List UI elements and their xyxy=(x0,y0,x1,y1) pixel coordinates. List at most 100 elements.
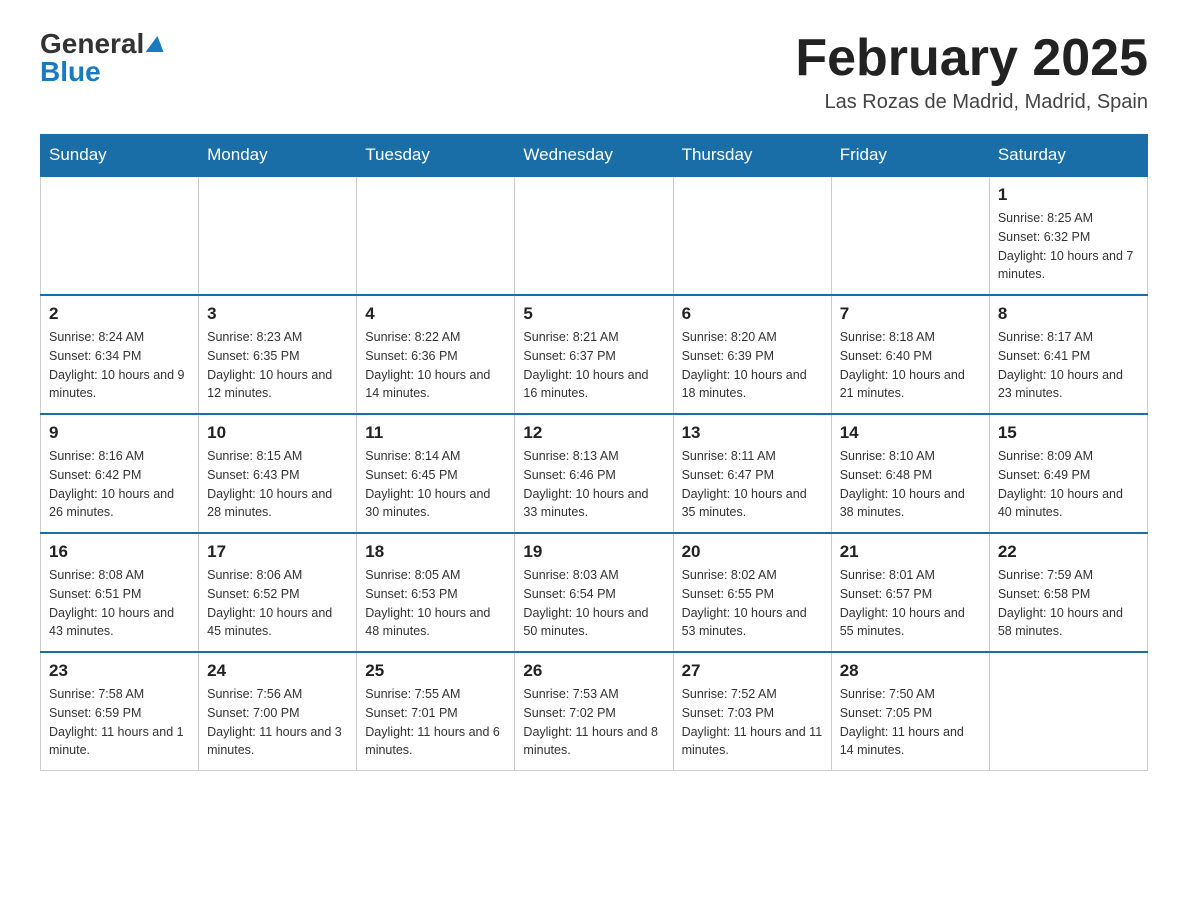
calendar-cell: 27 Sunrise: 7:52 AMSunset: 7:03 PMDayligh… xyxy=(673,652,831,771)
calendar-cell xyxy=(199,176,357,295)
logo-blue-text: Blue xyxy=(40,58,101,86)
day-info: Sunrise: 7:53 AMSunset: 7:02 PMDaylight:… xyxy=(523,685,664,760)
calendar-cell: 13Sunrise: 8:11 AMSunset: 6:47 PMDayligh… xyxy=(673,414,831,533)
day-number: 6 xyxy=(682,304,823,324)
day-info: Sunrise: 7:58 AMSunset: 6:59 PMDaylight:… xyxy=(49,685,190,760)
day-info: Sunrise: 8:18 AMSunset: 6:40 PMDaylight:… xyxy=(840,328,981,403)
calendar-cell: 4 Sunrise: 8:22 AMSunset: 6:36 PMDaylight… xyxy=(357,295,515,414)
day-number: 7 xyxy=(840,304,981,324)
day-number: 24 xyxy=(207,661,348,681)
calendar-header-wednesday: Wednesday xyxy=(515,135,673,177)
day-number: 4 xyxy=(365,304,506,324)
day-number: 14 xyxy=(840,423,981,443)
calendar-header-tuesday: Tuesday xyxy=(357,135,515,177)
day-number: 26 xyxy=(523,661,664,681)
page-header: General Blue February 2025 Las Rozas de … xyxy=(40,30,1148,114)
calendar-cell: 12Sunrise: 8:13 AMSunset: 6:46 PMDayligh… xyxy=(515,414,673,533)
calendar-cell: 24 Sunrise: 7:56 AMSunset: 7:00 PMDayligh… xyxy=(199,652,357,771)
calendar-cell xyxy=(989,652,1147,771)
calendar-cell: 5 Sunrise: 8:21 AMSunset: 6:37 PMDaylight… xyxy=(515,295,673,414)
day-info: Sunrise: 8:22 AMSunset: 6:36 PMDaylight:… xyxy=(365,328,506,403)
calendar-cell: 21Sunrise: 8:01 AMSunset: 6:57 PMDayligh… xyxy=(831,533,989,652)
calendar-cell: 14 Sunrise: 8:10 AMSunset: 6:48 PMDayligh… xyxy=(831,414,989,533)
day-info: Sunrise: 8:06 AMSunset: 6:52 PMDaylight:… xyxy=(207,566,348,641)
day-info: Sunrise: 8:08 AMSunset: 6:51 PMDaylight:… xyxy=(49,566,190,641)
day-number: 20 xyxy=(682,542,823,562)
calendar-header-sunday: Sunday xyxy=(41,135,199,177)
day-info: Sunrise: 8:20 AMSunset: 6:39 PMDaylight:… xyxy=(682,328,823,403)
calendar-week-row: 2Sunrise: 8:24 AMSunset: 6:34 PMDaylight… xyxy=(41,295,1148,414)
day-info: Sunrise: 8:10 AMSunset: 6:48 PMDaylight:… xyxy=(840,447,981,522)
day-info: Sunrise: 7:56 AMSunset: 7:00 PMDaylight:… xyxy=(207,685,348,760)
calendar-cell xyxy=(673,176,831,295)
day-number: 21 xyxy=(840,542,981,562)
calendar-cell: 17 Sunrise: 8:06 AMSunset: 6:52 PMDayligh… xyxy=(199,533,357,652)
day-info: Sunrise: 8:16 AMSunset: 6:42 PMDaylight:… xyxy=(49,447,190,522)
day-info: Sunrise: 8:02 AMSunset: 6:55 PMDaylight:… xyxy=(682,566,823,641)
location-text: Las Rozas de Madrid, Madrid, Spain xyxy=(795,91,1148,114)
calendar-header-friday: Friday xyxy=(831,135,989,177)
day-info: Sunrise: 8:17 AMSunset: 6:41 PMDaylight:… xyxy=(998,328,1139,403)
calendar-week-row: 9Sunrise: 8:16 AMSunset: 6:42 PMDaylight… xyxy=(41,414,1148,533)
calendar-cell: 18 Sunrise: 8:05 AMSunset: 6:53 PMDayligh… xyxy=(357,533,515,652)
day-info: Sunrise: 8:15 AMSunset: 6:43 PMDaylight:… xyxy=(207,447,348,522)
calendar-cell: 16 Sunrise: 8:08 AMSunset: 6:51 PMDayligh… xyxy=(41,533,199,652)
calendar-week-row: 1 Sunrise: 8:25 AMSunset: 6:32 PMDaylight… xyxy=(41,176,1148,295)
day-number: 2 xyxy=(49,304,190,324)
calendar-cell: 28 Sunrise: 7:50 AMSunset: 7:05 PMDayligh… xyxy=(831,652,989,771)
day-info: Sunrise: 8:11 AMSunset: 6:47 PMDaylight:… xyxy=(682,447,823,522)
day-info: Sunrise: 8:23 AMSunset: 6:35 PMDaylight:… xyxy=(207,328,348,403)
day-info: Sunrise: 8:03 AMSunset: 6:54 PMDaylight:… xyxy=(523,566,664,641)
calendar-cell: 15 Sunrise: 8:09 AMSunset: 6:49 PMDayligh… xyxy=(989,414,1147,533)
calendar-cell: 7 Sunrise: 8:18 AMSunset: 6:40 PMDaylight… xyxy=(831,295,989,414)
day-number: 10 xyxy=(207,423,348,443)
calendar-table: SundayMondayTuesdayWednesdayThursdayFrid… xyxy=(40,134,1148,771)
calendar-cell: 6 Sunrise: 8:20 AMSunset: 6:39 PMDaylight… xyxy=(673,295,831,414)
day-number: 3 xyxy=(207,304,348,324)
day-info: Sunrise: 7:52 AMSunset: 7:03 PMDaylight:… xyxy=(682,685,823,760)
day-number: 12 xyxy=(523,423,664,443)
calendar-cell: 2Sunrise: 8:24 AMSunset: 6:34 PMDaylight… xyxy=(41,295,199,414)
day-info: Sunrise: 8:09 AMSunset: 6:49 PMDaylight:… xyxy=(998,447,1139,522)
calendar-cell: 25 Sunrise: 7:55 AMSunset: 7:01 PMDayligh… xyxy=(357,652,515,771)
day-info: Sunrise: 7:50 AMSunset: 7:05 PMDaylight:… xyxy=(840,685,981,760)
day-info: Sunrise: 8:14 AMSunset: 6:45 PMDaylight:… xyxy=(365,447,506,522)
calendar-week-row: 16 Sunrise: 8:08 AMSunset: 6:51 PMDayligh… xyxy=(41,533,1148,652)
day-number: 8 xyxy=(998,304,1139,324)
day-number: 16 xyxy=(49,542,190,562)
calendar-cell: 9Sunrise: 8:16 AMSunset: 6:42 PMDaylight… xyxy=(41,414,199,533)
day-info: Sunrise: 7:55 AMSunset: 7:01 PMDaylight:… xyxy=(365,685,506,760)
calendar-cell xyxy=(41,176,199,295)
calendar-cell xyxy=(831,176,989,295)
day-number: 19 xyxy=(523,542,664,562)
day-number: 18 xyxy=(365,542,506,562)
day-number: 23 xyxy=(49,661,190,681)
title-area: February 2025 Las Rozas de Madrid, Madri… xyxy=(795,30,1148,114)
day-number: 25 xyxy=(365,661,506,681)
calendar-cell: 1 Sunrise: 8:25 AMSunset: 6:32 PMDaylight… xyxy=(989,176,1147,295)
calendar-cell: 19 Sunrise: 8:03 AMSunset: 6:54 PMDayligh… xyxy=(515,533,673,652)
calendar-cell: 8 Sunrise: 8:17 AMSunset: 6:41 PMDaylight… xyxy=(989,295,1147,414)
calendar-header-monday: Monday xyxy=(199,135,357,177)
logo-general-text: General xyxy=(40,30,144,58)
day-number: 27 xyxy=(682,661,823,681)
day-number: 28 xyxy=(840,661,981,681)
month-title: February 2025 xyxy=(795,30,1148,87)
calendar-cell: 23 Sunrise: 7:58 AMSunset: 6:59 PMDayligh… xyxy=(41,652,199,771)
calendar-header-row: SundayMondayTuesdayWednesdayThursdayFrid… xyxy=(41,135,1148,177)
day-info: Sunrise: 8:05 AMSunset: 6:53 PMDaylight:… xyxy=(365,566,506,641)
day-number: 1 xyxy=(998,185,1139,205)
day-number: 17 xyxy=(207,542,348,562)
calendar-cell: 20 Sunrise: 8:02 AMSunset: 6:55 PMDayligh… xyxy=(673,533,831,652)
day-number: 11 xyxy=(365,423,506,443)
day-number: 15 xyxy=(998,423,1139,443)
calendar-header-saturday: Saturday xyxy=(989,135,1147,177)
calendar-cell xyxy=(515,176,673,295)
calendar-cell: 3 Sunrise: 8:23 AMSunset: 6:35 PMDaylight… xyxy=(199,295,357,414)
calendar-cell: 11 Sunrise: 8:14 AMSunset: 6:45 PMDayligh… xyxy=(357,414,515,533)
calendar-header-thursday: Thursday xyxy=(673,135,831,177)
calendar-cell xyxy=(357,176,515,295)
day-info: Sunrise: 8:25 AMSunset: 6:32 PMDaylight:… xyxy=(998,209,1139,284)
day-number: 5 xyxy=(523,304,664,324)
day-info: Sunrise: 8:21 AMSunset: 6:37 PMDaylight:… xyxy=(523,328,664,403)
